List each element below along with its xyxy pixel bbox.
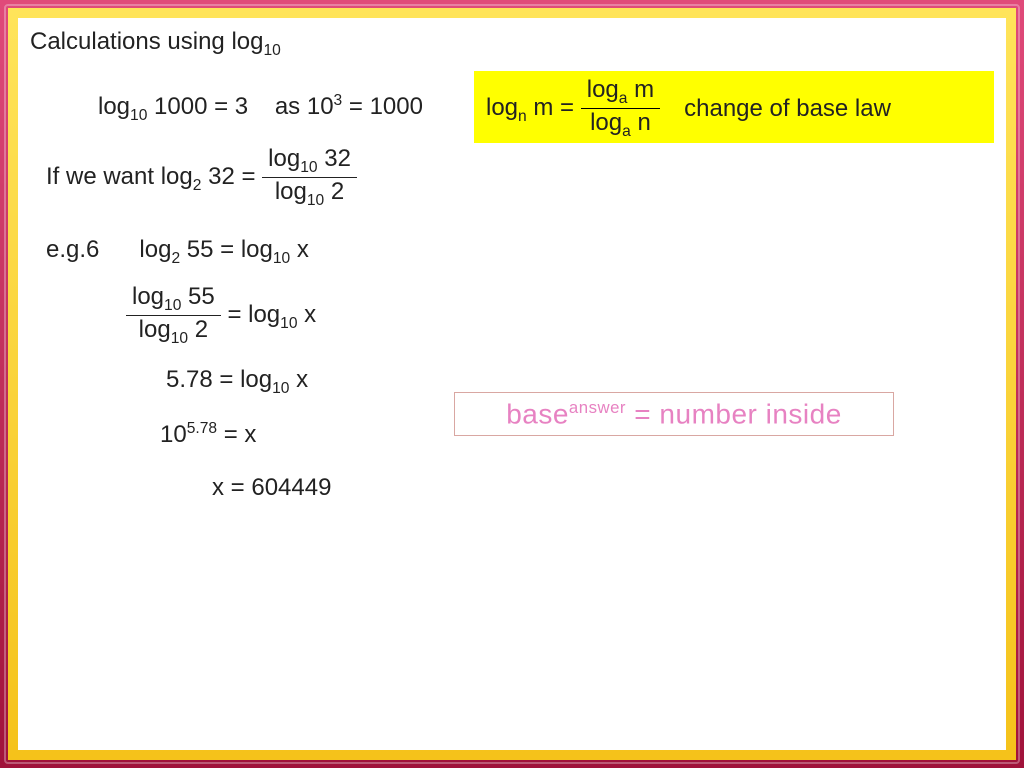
line-10-exp: 105.78 = x [160,420,256,449]
line-log10-1000: log10 1000 = 3 as 103 = 1000 [98,92,423,125]
title-subscript: 10 [263,42,280,59]
example-label: e.g.6 [46,236,99,263]
fraction-log32-over-log2: log10 32 log10 2 [262,146,357,209]
line-result: x = 604449 [212,474,331,502]
line-5-78: 5.78 = log10 x [166,366,308,398]
slide-outer-frame: Calculations using log10 log10 1000 = 3 … [0,0,1024,768]
line-example-6: e.g.6 log2 55 = log10 x [46,236,309,268]
page-title: Calculations using log10 [30,28,281,60]
fraction-log55-over-log2: log10 55 log10 2 [126,284,221,347]
slide-content: Calculations using log10 log10 1000 = 3 … [18,18,1006,750]
fraction-logam-over-logan: loga m loga n [581,77,660,140]
cob-label: change of base law [684,95,891,123]
change-of-base-box: logn m = loga m loga n change of base la… [474,71,994,143]
slide-inner-frame: Calculations using log10 log10 1000 = 3 … [8,8,1016,760]
line-frac-log55: log10 55 log10 2 = log10 x [126,284,316,347]
base-answer-box: baseanswer = number inside [454,392,894,436]
line-log2-32: If we want log2 32 = log10 32 log10 2 [46,146,357,209]
title-text: Calculations using log [30,28,263,55]
cob-formula: logn m = loga m loga n [486,77,660,140]
